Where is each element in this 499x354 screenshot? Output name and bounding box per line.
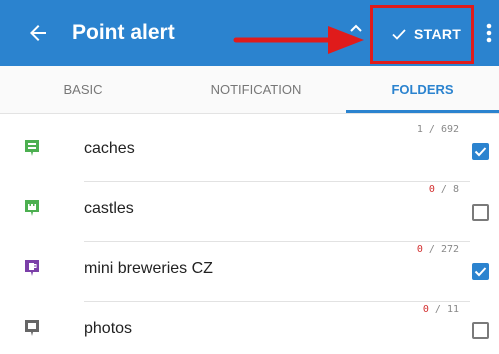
folder-count: 0 / 8: [428, 184, 459, 195]
back-arrow-icon[interactable]: [26, 21, 50, 45]
folder-name: photos: [84, 320, 133, 337]
folder-count: 0 / 11: [422, 304, 459, 315]
page-title: Point alert: [72, 21, 175, 44]
tab-folders[interactable]: FOLDERS: [346, 66, 499, 114]
more-options-icon[interactable]: [479, 21, 499, 45]
tab-bar: BASIC NOTIFICATION FOLDERS: [0, 66, 499, 114]
tab-basic[interactable]: BASIC: [0, 66, 166, 114]
folder-count: 0 / 272: [416, 244, 459, 255]
check-icon: [474, 147, 487, 157]
folder-row-photos[interactable]: photos 0 / 11: [0, 302, 499, 354]
photo-folder-icon: [25, 320, 39, 336]
folder-count: 1 / 692: [416, 124, 459, 135]
folder-checkbox[interactable]: [472, 263, 489, 280]
caches-folder-icon: [25, 140, 39, 156]
folder-checkbox[interactable]: [472, 204, 489, 221]
folder-row-castles[interactable]: castles 0 / 8: [0, 182, 499, 241]
annotation-arrow: [233, 26, 364, 54]
castle-folder-icon: [25, 200, 39, 216]
tab-notification[interactable]: NOTIFICATION: [166, 66, 346, 114]
brewery-folder-icon: [25, 260, 39, 276]
folder-name: castles: [84, 200, 134, 217]
check-icon: [474, 267, 487, 277]
tab-indicator: [346, 110, 499, 113]
folder-name: mini breweries CZ: [84, 260, 213, 277]
folder-name: caches: [84, 140, 135, 157]
folder-checkbox[interactable]: [472, 143, 489, 160]
folder-row-caches[interactable]: caches 1 / 692: [0, 122, 499, 181]
start-button-label: START: [414, 26, 462, 42]
folder-row-mini-breweries[interactable]: mini breweries CZ 0 / 272: [0, 242, 499, 301]
start-button[interactable]: START: [370, 5, 474, 64]
check-icon: [392, 29, 406, 40]
folder-checkbox[interactable]: [472, 322, 489, 339]
